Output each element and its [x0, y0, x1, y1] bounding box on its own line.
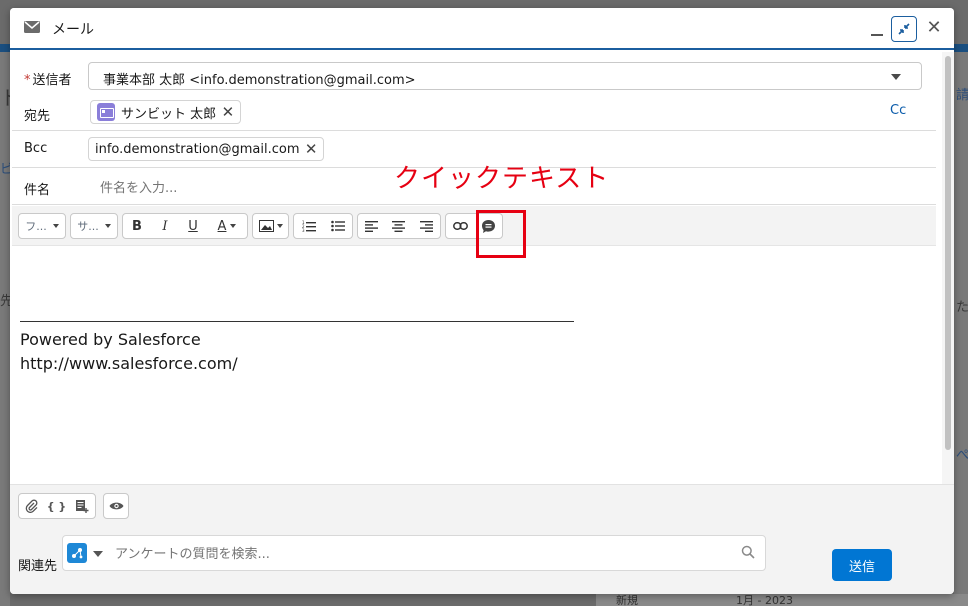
background-text: た [956, 300, 968, 315]
bcc-recipient-email: info.demonstration@gmail.com [95, 141, 300, 157]
bulleted-list-icon[interactable] [323, 214, 352, 238]
align-right-icon[interactable] [413, 214, 440, 238]
chevron-down-icon [52, 224, 59, 228]
background-right-panel [954, 52, 968, 606]
chevron-down-icon[interactable] [93, 551, 103, 557]
font-size-select[interactable]: サ... [70, 213, 118, 239]
related-to-lookup [62, 535, 766, 571]
quick-text-annotation-label: クイックテキスト [394, 164, 610, 194]
font-size-value: サ... [77, 220, 99, 233]
required-marker: * [24, 73, 31, 88]
minimize-icon[interactable] [868, 22, 886, 40]
signature-divider [20, 321, 574, 322]
object-type-icon[interactable] [67, 543, 87, 563]
sender-label-text: 送信者 [32, 73, 72, 88]
rich-text-toolbar: フ... サ... B I U A 1 2 3 [12, 206, 936, 246]
align-left-icon[interactable] [358, 214, 385, 238]
footer-tools-group: { } [18, 493, 96, 519]
preview-icon [104, 494, 128, 518]
format-group: B I U A [122, 213, 248, 239]
related-search-input[interactable] [115, 545, 715, 563]
cc-link[interactable]: Cc [890, 103, 906, 118]
background-text: ぺ [956, 448, 968, 463]
align-group [357, 213, 441, 239]
preview-button[interactable] [103, 493, 129, 519]
chevron-down-icon [104, 224, 111, 228]
send-button[interactable]: 送信 [832, 549, 892, 581]
search-icon [741, 545, 757, 561]
sender-value: 事業本部 太郎 <info.demonstration@gmail.com> [103, 73, 416, 88]
numbered-list-icon[interactable]: 123 [294, 214, 323, 238]
remove-bcc-icon[interactable]: ✕ [305, 140, 318, 158]
recipient-name: サンビット 太郎 [121, 106, 217, 122]
paperclip-icon[interactable] [19, 494, 44, 518]
sender-select[interactable]: 事業本部 太郎 <info.demonstration@gmail.com> [88, 62, 922, 90]
email-modal: メール ✕ * 送信者 事業本部 太郎 <info.demonstration@g… [10, 8, 954, 594]
remove-recipient-icon[interactable]: ✕ [222, 103, 235, 121]
background-text: 請 [956, 88, 968, 103]
font-family-select[interactable]: フ... [18, 213, 66, 239]
image-button[interactable] [252, 213, 289, 239]
template-icon[interactable] [69, 494, 94, 518]
modal-header: メール ✕ [10, 8, 954, 50]
background-text: 1月 - 2023 [736, 594, 793, 606]
to-label: 宛先 [24, 109, 51, 124]
italic-button[interactable]: I [151, 214, 179, 238]
link-icon[interactable] [446, 214, 474, 238]
divider [12, 204, 936, 205]
font-family-value: フ... [25, 220, 47, 233]
bcc-recipient-pill[interactable]: info.demonstration@gmail.com ✕ [88, 137, 325, 161]
chevron-down-icon [230, 224, 237, 228]
scrollbar-thumb[interactable] [945, 56, 951, 450]
chevron-down-icon [276, 224, 283, 228]
image-icon [258, 220, 274, 232]
svg-text:3: 3 [302, 228, 305, 232]
signature-line-1: Powered by Salesforce [20, 330, 201, 349]
background-text: 新規 [616, 594, 638, 606]
quick-text-annotation-box [476, 210, 526, 258]
sender-label: * 送信者 [24, 69, 72, 88]
subject-label: 件名 [24, 183, 51, 198]
bcc-label: Bcc [24, 141, 48, 156]
list-group: 123 [293, 213, 353, 239]
text-color-glyph: A [217, 218, 227, 234]
scrollbar[interactable] [942, 52, 954, 484]
close-icon[interactable]: ✕ [925, 19, 943, 37]
collapse-arrows-icon[interactable] [891, 16, 917, 42]
signature-line-2: http://www.salesforce.com/ [20, 354, 238, 373]
email-body-editor[interactable]: Powered by Salesforce http://www.salesfo… [12, 246, 936, 484]
recipient-pill[interactable]: サンビット 太郎 ✕ [90, 100, 242, 124]
mail-icon [24, 20, 40, 34]
contact-icon [97, 103, 115, 121]
background-left-panel [0, 52, 10, 606]
modal-title: メール [52, 22, 94, 38]
chevron-down-icon [891, 74, 901, 80]
background-footer: 新規 1月 - 2023 [596, 594, 968, 606]
merge-field-icon[interactable]: { } [44, 494, 69, 518]
font-size-control: サ... [71, 214, 117, 238]
underline-button[interactable]: U [179, 214, 207, 238]
align-center-icon[interactable] [385, 214, 412, 238]
modal-footer: { } 関連先 送信 [10, 484, 954, 594]
font-family-control: フ... [19, 214, 65, 238]
text-color-button[interactable]: A [207, 214, 247, 238]
divider [12, 130, 936, 131]
bold-button[interactable]: B [123, 214, 151, 238]
related-to-label: 関連先 [18, 559, 58, 574]
image-control [253, 214, 288, 238]
